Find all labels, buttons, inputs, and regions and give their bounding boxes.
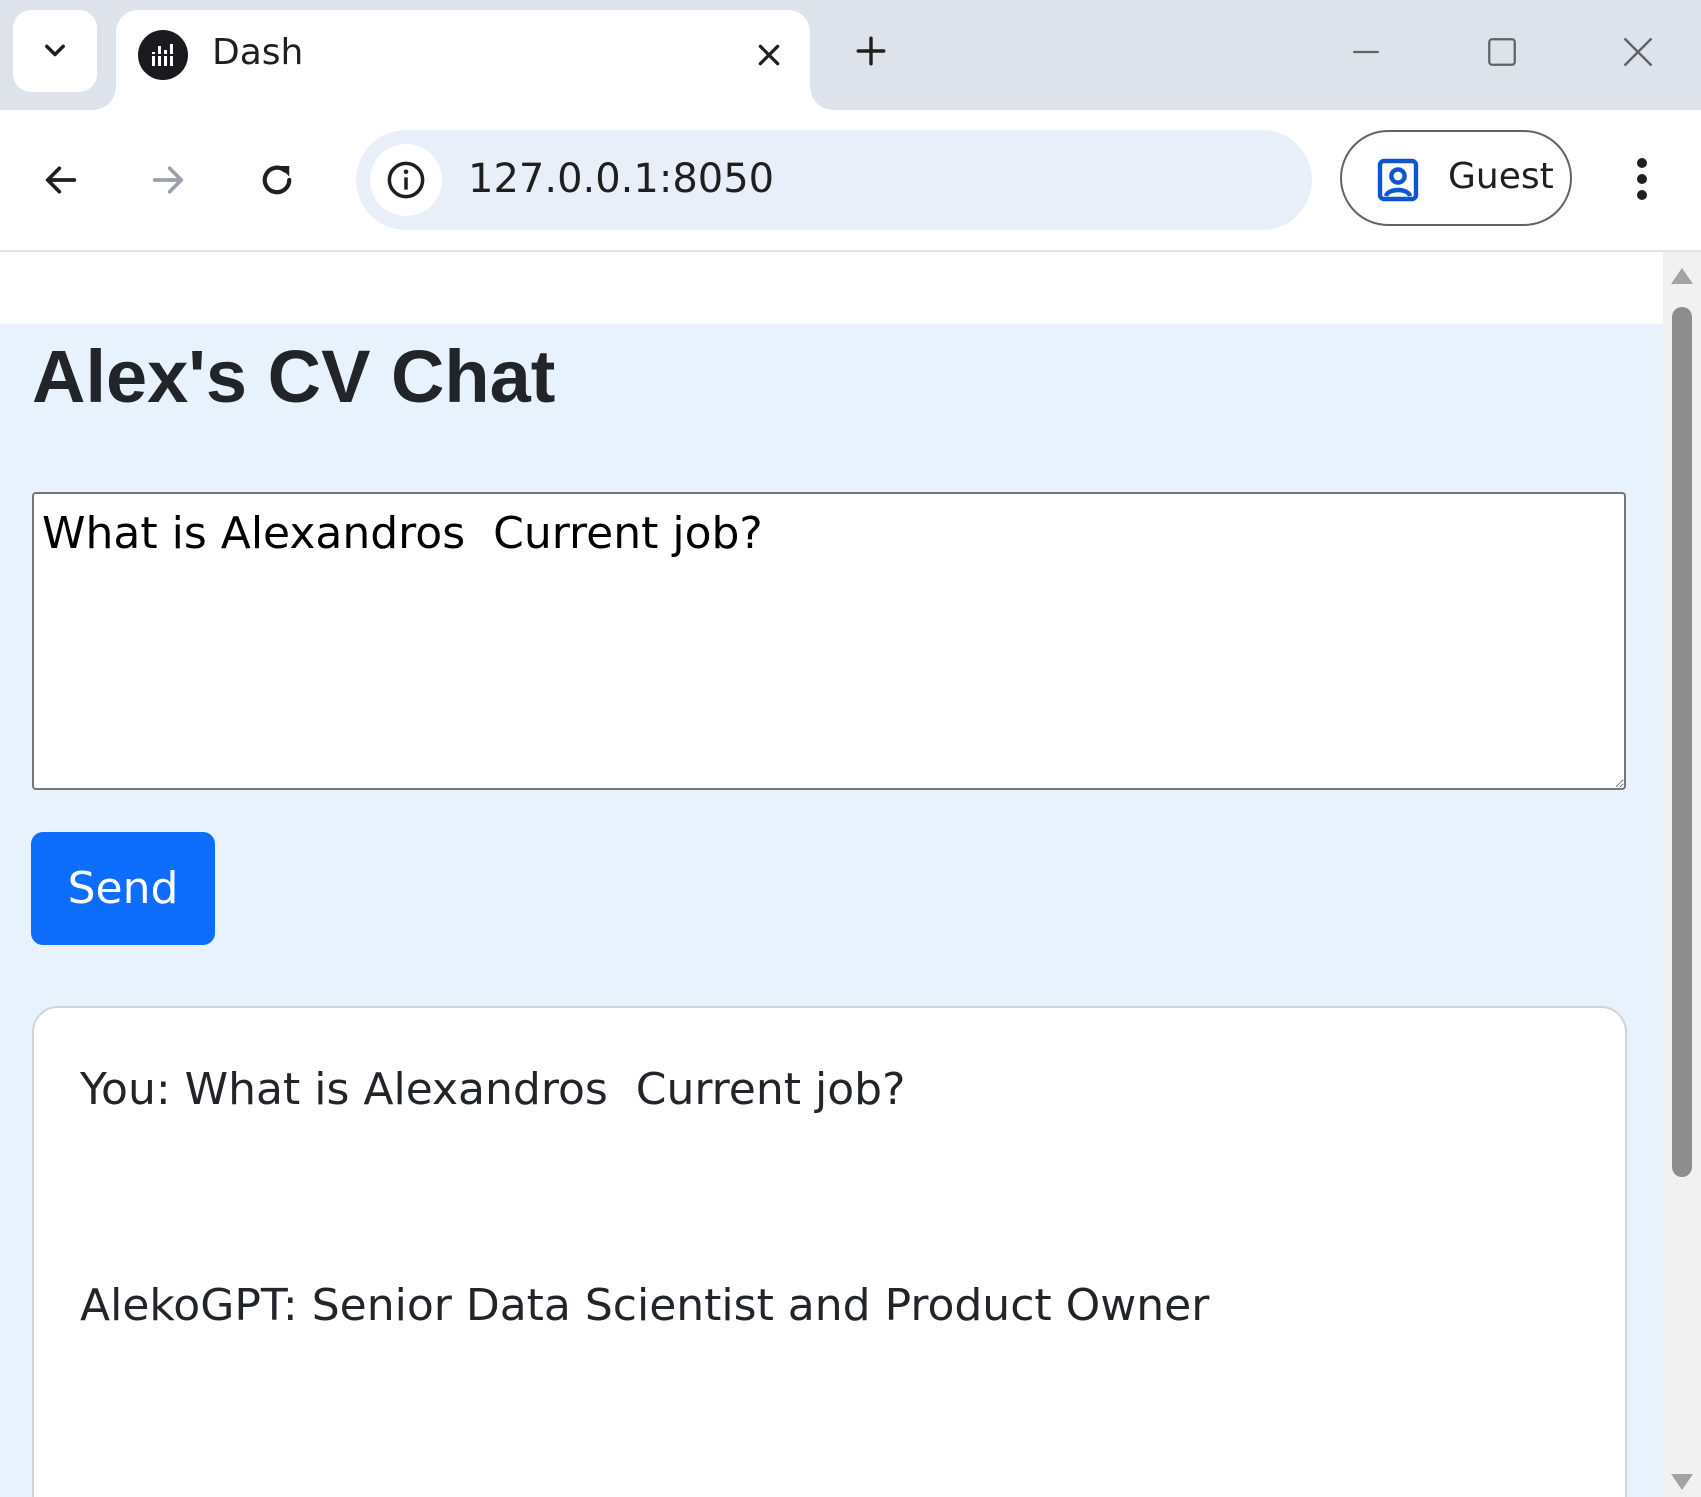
browser-tab[interactable]: Dash — [94, 10, 832, 110]
profile-button[interactable]: Guest — [1340, 130, 1572, 226]
tab-close-button[interactable] — [746, 32, 792, 78]
forward-arrow-icon — [152, 166, 184, 194]
url-text[interactable]: 127.0.0.1:8050 — [468, 156, 774, 202]
chat-message-bot: AlekoGPT: Senior Data Scientist and Prod… — [80, 1280, 1210, 1331]
back-button[interactable] — [29, 148, 93, 212]
close-window-button[interactable] — [1608, 22, 1668, 82]
forward-button[interactable] — [136, 148, 200, 212]
tab-strip: Dash — [0, 0, 1701, 110]
address-bar[interactable]: 127.0.0.1:8050 — [356, 130, 1312, 230]
scroll-up-arrow-icon[interactable] — [1670, 266, 1694, 286]
chat-message-user: You: What is Alexandros Current job? — [80, 1064, 906, 1115]
plus-icon — [856, 36, 886, 66]
back-arrow-icon — [45, 166, 77, 194]
minimize-button[interactable] — [1336, 22, 1396, 82]
page-title: Alex's CV Chat — [32, 335, 556, 418]
profile-label: Guest — [1448, 156, 1554, 197]
scroll-down-arrow-icon[interactable] — [1670, 1472, 1694, 1492]
info-icon — [387, 161, 425, 199]
app-container: Alex's CV Chat What is Alexandros Curren… — [0, 324, 1663, 1497]
chat-history: You: What is Alexandros Current job? Ale… — [32, 1006, 1627, 1497]
question-input[interactable]: What is Alexandros Current job? — [32, 492, 1626, 790]
browser-toolbar: 127.0.0.1:8050 Guest — [0, 110, 1701, 252]
tab-search-button[interactable] — [13, 10, 97, 92]
page-scrollbar[interactable] — [1663, 252, 1701, 1497]
profile-icon — [1377, 158, 1419, 202]
site-info-button[interactable] — [370, 144, 442, 216]
close-window-icon — [1623, 37, 1653, 67]
close-icon — [758, 44, 780, 66]
chevron-down-icon — [45, 44, 65, 57]
reload-button[interactable] — [245, 148, 309, 212]
tab-title: Dash — [212, 32, 304, 73]
maximize-icon — [1488, 38, 1516, 66]
new-tab-button[interactable] — [848, 28, 894, 74]
page-viewport: Alex's CV Chat What is Alexandros Curren… — [0, 252, 1663, 1497]
send-button[interactable]: Send — [31, 832, 215, 945]
browser-menu-button[interactable] — [1614, 146, 1670, 212]
scrollbar-thumb[interactable] — [1672, 307, 1692, 1177]
more-vert-icon — [1637, 158, 1647, 200]
minimize-icon — [1353, 50, 1379, 54]
reload-icon — [262, 165, 292, 195]
maximize-button[interactable] — [1472, 22, 1532, 82]
dash-favicon-icon — [138, 30, 188, 80]
